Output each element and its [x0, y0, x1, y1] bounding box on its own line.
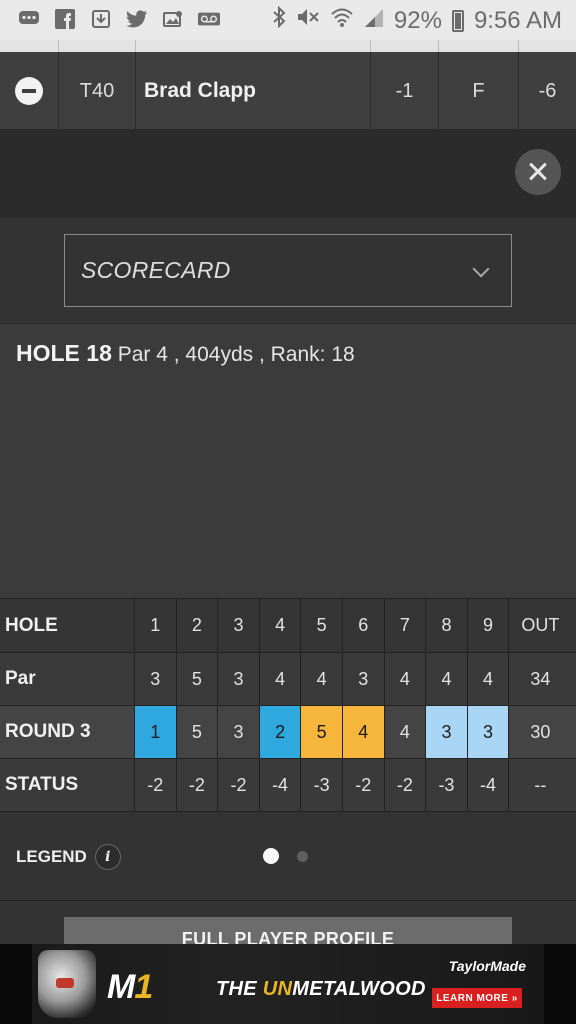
status-cell-out: -- [534, 774, 547, 795]
player-total: -6 [538, 79, 557, 102]
profile-band: FULL PLAYER PROFILE [0, 900, 576, 957]
view-selector-band: SCORECARD [0, 218, 576, 324]
hole-cell: 9 [468, 599, 510, 652]
hole-cell: 7 [385, 599, 427, 652]
hole-cell: 2 [177, 599, 219, 652]
player-position: T40 [59, 52, 136, 130]
status-cell: -4 [260, 759, 302, 811]
photo-icon [162, 8, 184, 30]
page-dot[interactable] [297, 850, 308, 862]
ad-creative[interactable]: M1 THE UNMETALWOOD TaylorMade LEARN MORE… [32, 944, 544, 1024]
score-cell-bogey: 4 [342, 706, 385, 758]
status-cell: -2 [218, 759, 260, 811]
hole-number: HOLE 18 [16, 340, 112, 366]
status-row-label: STATUS [0, 759, 135, 811]
info-icon[interactable]: i [94, 844, 121, 870]
status-cell: -2 [177, 759, 219, 811]
legend-label: LEGEND [16, 847, 87, 866]
close-icon[interactable] [515, 149, 561, 195]
hole-cell: 5 [301, 599, 343, 652]
ad-banner[interactable]: M1 THE UNMETALWOOD TaylorMade LEARN MORE… [0, 944, 576, 1024]
signal-icon [364, 7, 384, 35]
status-row: STATUS -2 -2 -2 -4 -3 -2 -2 -3 -4 -- [0, 759, 576, 812]
ad-logo: M1 [107, 968, 153, 1006]
scorecard-table: HOLE 1 2 3 4 5 6 7 8 9 OUT Par 3 5 3 4 4… [0, 598, 576, 812]
status-cell: -2 [385, 759, 427, 811]
hole-row: HOLE 1 2 3 4 5 6 7 8 9 OUT [0, 598, 576, 653]
hole-details: Par 4 , 404yds , Rank: 18 [117, 343, 355, 366]
hole-cell: 3 [218, 599, 260, 652]
score-cell: 5 [177, 706, 219, 758]
legend[interactable]: LEGEND i [16, 844, 121, 870]
ad-tagline: THE UNMETALWOOD [216, 978, 426, 1000]
par-cell-out: 34 [530, 668, 551, 689]
hole-cell: 6 [343, 599, 385, 652]
status-cell: -3 [426, 759, 468, 811]
par-row-label: Par [0, 653, 135, 705]
ad-brand: TaylorMade [448, 958, 526, 974]
mute-icon [296, 6, 320, 35]
par-cell: 3 [218, 653, 260, 705]
hole-row-label: HOLE [0, 599, 135, 652]
clock: 9:56 AM [473, 6, 562, 34]
detail-header [0, 130, 576, 218]
wifi-icon [330, 6, 354, 35]
battery-percent: 92% [393, 6, 442, 34]
chevron-down-icon [472, 260, 490, 278]
score-cell-bogey: 5 [301, 706, 343, 758]
download-icon [90, 8, 112, 30]
view-select-value: SCORECARD [81, 257, 231, 283]
learn-more-button[interactable]: LEARN MORE » [432, 988, 522, 1008]
par-cell: 3 [343, 653, 385, 705]
golf-club-image [38, 950, 96, 1018]
round-row: ROUND 3 1 5 3 2 5 4 4 3 3 30 [0, 706, 576, 759]
page-indicator [263, 848, 308, 864]
score-cell: 4 [385, 706, 427, 758]
status-cell: -3 [301, 759, 343, 811]
score-cell-eagle: 2 [259, 706, 302, 758]
legend-band: LEGEND i [0, 812, 576, 900]
hole-info: HOLE 18 Par 4 , 404yds , Rank: 18 [16, 340, 355, 367]
bluetooth-icon [272, 5, 286, 35]
notification-icons [18, 8, 220, 30]
par-row: Par 3 5 3 4 4 3 4 4 4 34 [0, 653, 576, 706]
status-bar: 92% 9:56 AM [0, 0, 576, 40]
hole-cell-out: OUT [521, 615, 560, 635]
twitter-icon [126, 8, 148, 30]
par-cell: 3 [135, 653, 177, 705]
player-thru: F [439, 52, 519, 130]
player-row[interactable]: T40 Brad Clapp -1 F -6 [0, 52, 576, 130]
par-cell: 4 [385, 653, 427, 705]
score-cell: 3 [218, 706, 260, 758]
voicemail-icon [198, 8, 220, 30]
par-cell: 4 [426, 653, 468, 705]
par-cell: 4 [468, 653, 510, 705]
par-cell: 5 [177, 653, 219, 705]
view-select[interactable]: SCORECARD [64, 234, 512, 307]
score-cell-out: 30 [530, 721, 551, 742]
collapse-cell [0, 52, 59, 130]
par-cell: 4 [260, 653, 302, 705]
page-dot-active[interactable] [263, 848, 279, 864]
par-cell: 4 [301, 653, 343, 705]
hole-cell: 4 [260, 599, 302, 652]
hole-cell: 1 [135, 599, 177, 652]
collapse-icon[interactable] [15, 77, 43, 105]
message-icon [18, 8, 40, 30]
battery-icon [451, 9, 464, 32]
score-cell-birdie: 3 [426, 706, 468, 758]
player-name[interactable]: Brad Clapp [136, 52, 371, 130]
player-today: -1 [371, 52, 439, 130]
status-cell: -2 [135, 759, 177, 811]
status-cell: -4 [468, 759, 510, 811]
system-icons: 92% 9:56 AM [272, 5, 562, 35]
hole-cell: 8 [426, 599, 468, 652]
score-cell-birdie: 3 [467, 706, 510, 758]
score-cell-eagle: 1 [135, 706, 177, 758]
status-cell: -2 [343, 759, 385, 811]
round-row-label: ROUND 3 [0, 706, 135, 758]
facebook-icon [54, 8, 76, 30]
table-header-strip [0, 40, 576, 52]
